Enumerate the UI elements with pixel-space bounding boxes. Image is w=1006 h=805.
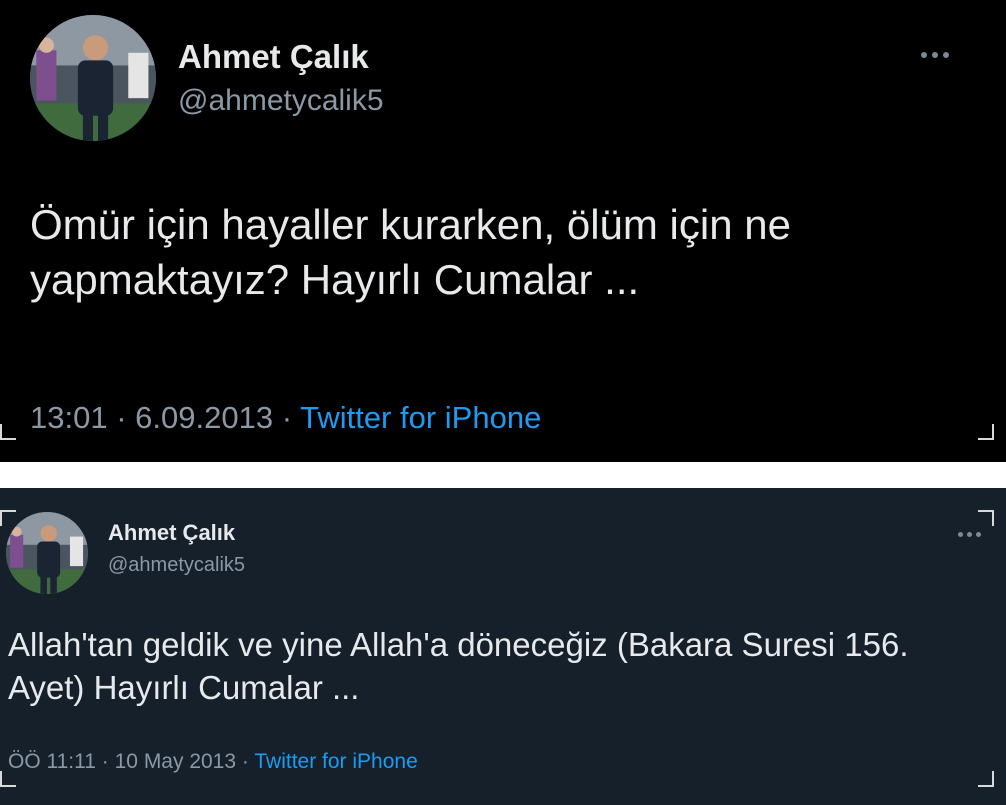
author-name[interactable]: Ahmet Çalık [178,38,369,76]
crop-corner-top-right [978,510,994,526]
crop-corner-bottom-left [0,771,16,787]
more-options-icon[interactable] [958,532,981,537]
meta-separator: · [281,400,293,435]
tweet-source-link[interactable]: Twitter for iPhone [300,400,541,435]
more-options-icon[interactable] [921,52,949,58]
crop-corner-top-left [0,510,16,526]
dot [967,532,972,537]
tweet-date[interactable]: 6.09.2013 [135,400,273,435]
dot [932,52,938,58]
meta-separator: · [241,750,249,773]
crop-corner-bottom-right [978,424,994,440]
crop-corner-bottom-left [0,424,16,440]
tweet-meta: ÖÖ 11:11 · 10 May 2013 · Twitter for iPh… [8,750,418,774]
tweet-card-2[interactable]: Ahmet Çalık @ahmetycalik5 Allah'tan geld… [0,488,1006,805]
author-handle[interactable]: @ahmetycalik5 [108,554,245,577]
tweet-time: ÖÖ 11:11 [8,750,96,773]
dot [958,532,963,537]
meta-separator: · [116,400,127,435]
author-name[interactable]: Ahmet Çalık [108,520,235,546]
author-handle[interactable]: @ahmetycalik5 [178,84,384,118]
tweet-card-1[interactable]: Ahmet Çalık @ahmetycalik5 Ömür için haya… [0,0,1006,462]
avatar[interactable] [30,15,156,141]
image-divider [0,462,1006,488]
avatar-photo [6,512,88,594]
tweet-meta: 13:01 · 6.09.2013 · Twitter for iPhone [30,400,541,436]
meta-separator: · [101,750,109,773]
dot [921,52,927,58]
dot [976,532,981,537]
avatar-photo [30,15,156,141]
dot [943,52,949,58]
tweet-source-link[interactable]: Twitter for iPhone [254,750,417,773]
crop-corner-bottom-right [978,771,994,787]
tweet-text: Allah'tan geldik ve yine Allah'a döneceğ… [8,626,909,706]
tweet-time: 13:01 [30,400,108,435]
tweet-date[interactable]: 10 May 2013 [115,750,236,773]
tweet-text: Ömür için hayaller kurarken, ölüm için n… [30,201,791,303]
avatar[interactable] [6,512,88,594]
